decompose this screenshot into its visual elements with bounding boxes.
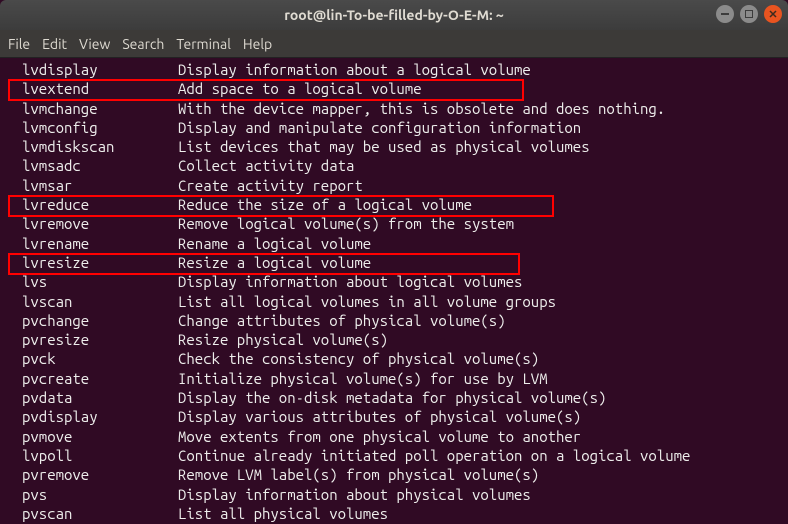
terminal-line: pvsDisplay information about physical vo… xyxy=(2,485,788,504)
terminal-line: lvresizeResize a logical volume xyxy=(2,253,788,272)
menu-edit[interactable]: Edit xyxy=(42,36,67,52)
command-name: pvs xyxy=(22,485,178,504)
command-desc: Resize physical volume(s) xyxy=(178,330,388,349)
menu-view[interactable]: View xyxy=(79,36,110,52)
command-desc: With the device mapper, this is obsolete… xyxy=(178,99,665,118)
terminal-line: lvdisplayDisplay information about a log… xyxy=(2,60,788,79)
terminal-line: lvpollContinue already initiated poll op… xyxy=(2,446,788,465)
command-desc: Collect activity data xyxy=(178,156,354,175)
menu-search[interactable]: Search xyxy=(122,36,164,52)
command-desc: Add space to a logical volume xyxy=(178,79,422,98)
terminal-line: lvsDisplay information about logical vol… xyxy=(2,272,788,291)
command-name: lvremove xyxy=(22,214,178,233)
command-desc: Move extents from one physical volume to… xyxy=(178,427,581,446)
terminal-line: pvremoveRemove LVM label(s) from physica… xyxy=(2,465,788,484)
command-name: lvmdiskscan xyxy=(22,137,178,156)
command-desc: List devices that may be used as physica… xyxy=(178,137,590,156)
terminal-line: lvmconfigDisplay and manipulate configur… xyxy=(2,118,788,137)
command-name: pvchange xyxy=(22,311,178,330)
terminal-line: pvckCheck the consistency of physical vo… xyxy=(2,349,788,368)
window-title: root@lin-To-be-filled-by-O-E-M: ~ xyxy=(284,7,504,23)
command-desc: Remove LVM label(s) from physical volume… xyxy=(178,465,539,484)
terminal-line: lvmchangeWith the device mapper, this is… xyxy=(2,99,788,118)
command-desc: Display information about a logical volu… xyxy=(178,60,531,79)
command-name: pvck xyxy=(22,349,178,368)
titlebar: root@lin-To-be-filled-by-O-E-M: ~ xyxy=(0,0,788,30)
command-desc: Display various attributes of physical v… xyxy=(178,407,581,426)
command-name: lvs xyxy=(22,272,178,291)
command-desc: Initialize physical volume(s) for use by… xyxy=(178,369,548,388)
terminal-line: pvresizeResize physical volume(s) xyxy=(2,330,788,349)
command-name: lvmchange xyxy=(22,99,178,118)
command-name: lvpoll xyxy=(22,446,178,465)
command-desc: Display information about physical volum… xyxy=(178,485,531,504)
terminal-line: pvcreateInitialize physical volume(s) fo… xyxy=(2,369,788,388)
menubar: File Edit View Search Terminal Help xyxy=(0,30,788,58)
command-name: pvdisplay xyxy=(22,407,178,426)
command-desc: List all logical volumes in all volume g… xyxy=(178,292,556,311)
command-desc: Rename a logical volume xyxy=(178,234,371,253)
terminal-line: lvextendAdd space to a logical volume xyxy=(2,79,788,98)
terminal-line: pvmoveMove extents from one physical vol… xyxy=(2,427,788,446)
command-desc: Display the on-disk metadata for physica… xyxy=(178,388,606,407)
command-name: pvremove xyxy=(22,465,178,484)
command-name: lvmconfig xyxy=(22,118,178,137)
command-name: lvmsadc xyxy=(22,156,178,175)
terminal-line: lvreduceReduce the size of a logical vol… xyxy=(2,195,788,214)
menu-file[interactable]: File xyxy=(8,36,30,52)
command-name: lvdisplay xyxy=(22,60,178,79)
terminal-line: pvchangeChange attributes of physical vo… xyxy=(2,311,788,330)
terminal-line: lvmsarCreate activity report xyxy=(2,176,788,195)
menu-terminal[interactable]: Terminal xyxy=(176,36,231,52)
command-name: lvextend xyxy=(22,79,178,98)
command-name: pvresize xyxy=(22,330,178,349)
command-name: lvresize xyxy=(22,253,178,272)
command-desc: Resize a logical volume xyxy=(178,253,371,272)
command-desc: Create activity report xyxy=(178,176,363,195)
command-desc: Remove logical volume(s) from the system xyxy=(178,214,514,233)
command-desc: Check the consistency of physical volume… xyxy=(178,349,539,368)
command-desc: Display and manipulate configuration inf… xyxy=(178,118,581,137)
command-desc: Reduce the size of a logical volume xyxy=(178,195,472,214)
minimize-button[interactable] xyxy=(716,5,734,23)
command-desc: Display information about logical volume… xyxy=(178,272,522,291)
terminal-line: pvdataDisplay the on-disk metadata for p… xyxy=(2,388,788,407)
terminal-line: lvmdiskscanList devices that may be used… xyxy=(2,137,788,156)
close-button[interactable] xyxy=(764,5,782,23)
command-name: lvreduce xyxy=(22,195,178,214)
command-name: lvmsar xyxy=(22,176,178,195)
menu-help[interactable]: Help xyxy=(243,36,272,52)
terminal-line: lvrenameRename a logical volume xyxy=(2,234,788,253)
terminal-line: lvremoveRemove logical volume(s) from th… xyxy=(2,214,788,233)
command-desc: List all physical volumes xyxy=(178,504,388,523)
command-name: pvmove xyxy=(22,427,178,446)
maximize-button[interactable] xyxy=(740,5,758,23)
terminal-content[interactable]: lvdisplayDisplay information about a log… xyxy=(0,58,788,523)
terminal-line: pvdisplayDisplay various attributes of p… xyxy=(2,407,788,426)
command-desc: Continue already initiated poll operatio… xyxy=(178,446,690,465)
command-name: lvrename xyxy=(22,234,178,253)
terminal-line: lvmsadcCollect activity data xyxy=(2,156,788,175)
command-name: pvdata xyxy=(22,388,178,407)
terminal-line: lvscanList all logical volumes in all vo… xyxy=(2,292,788,311)
terminal-line: pvscanList all physical volumes xyxy=(2,504,788,523)
command-desc: Change attributes of physical volume(s) xyxy=(178,311,506,330)
command-name: pvscan xyxy=(22,504,178,523)
command-name: pvcreate xyxy=(22,369,178,388)
window-controls xyxy=(716,5,782,23)
command-name: lvscan xyxy=(22,292,178,311)
